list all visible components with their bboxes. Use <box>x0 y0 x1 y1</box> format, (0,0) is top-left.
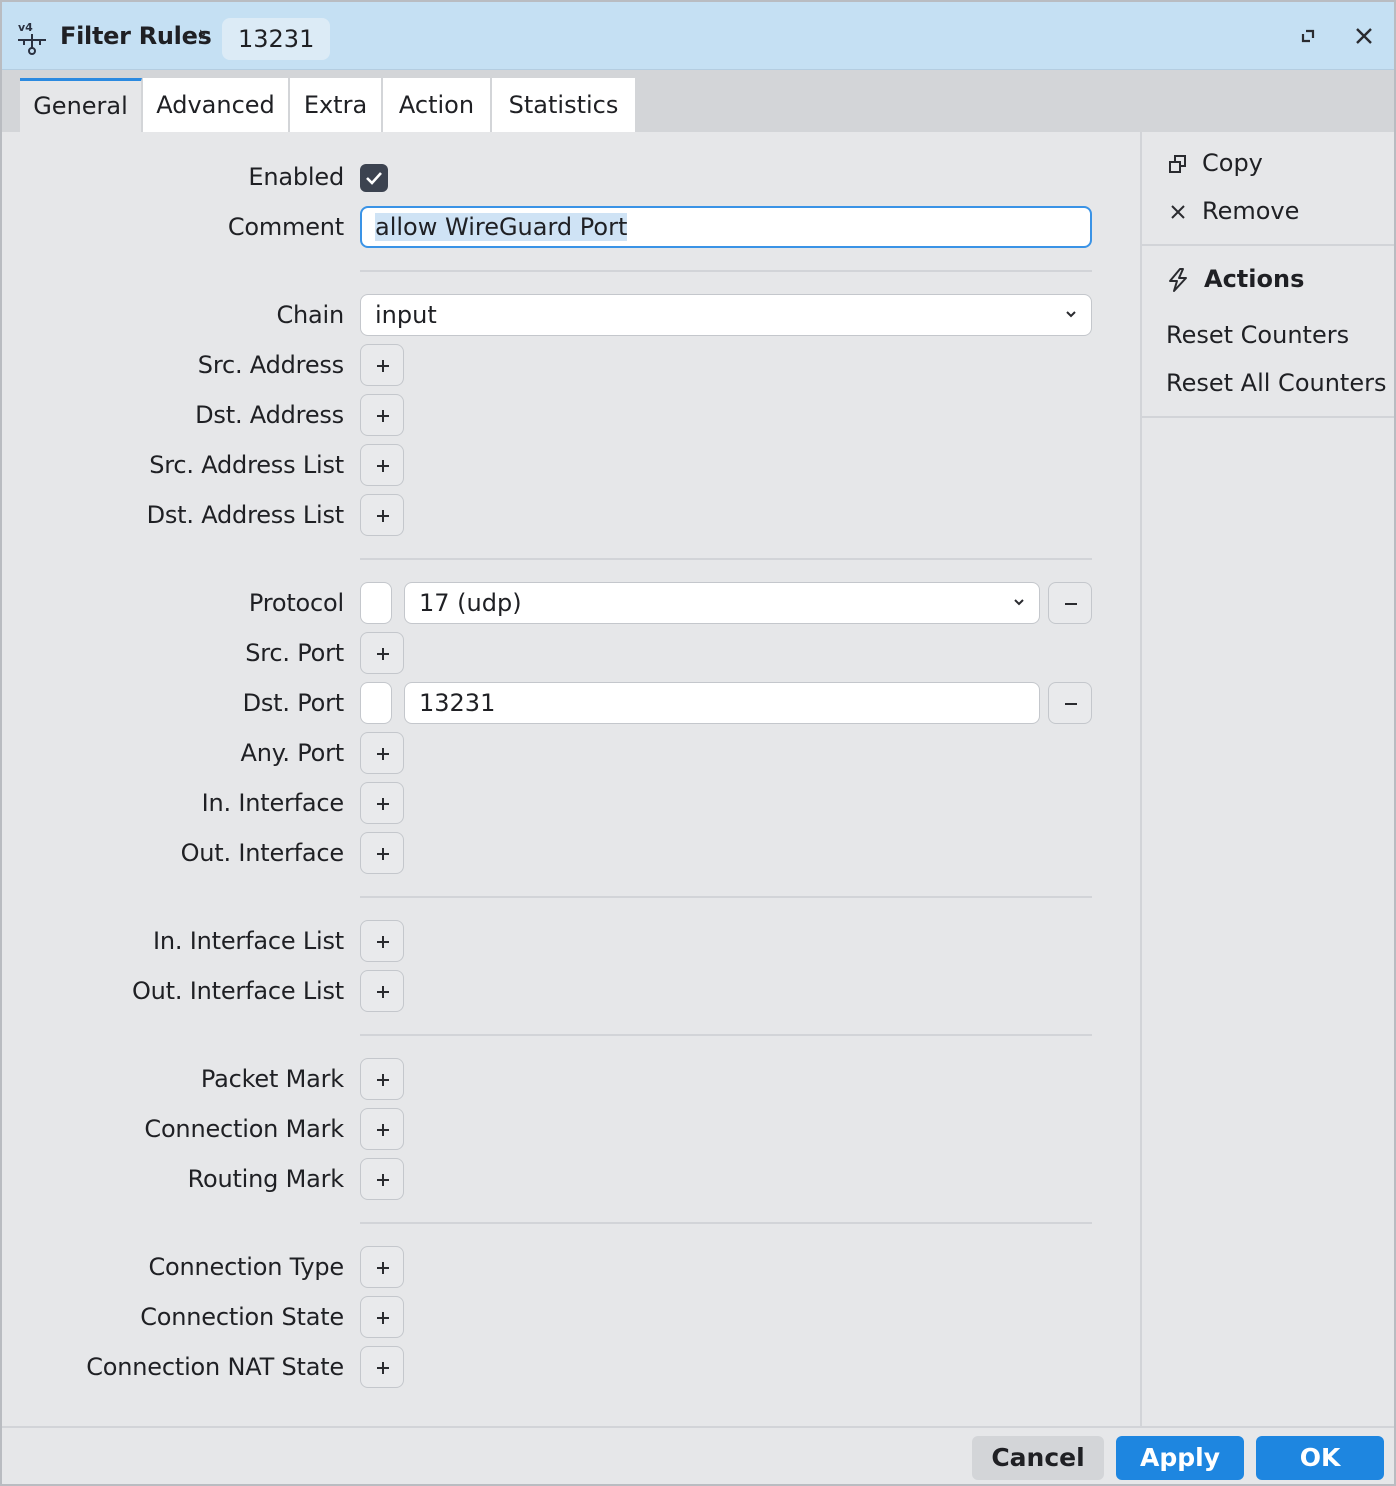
connection-state-label: Connection State <box>140 1303 344 1331</box>
src-address-list-label: Src. Address List <box>149 451 344 479</box>
remove-icon <box>1171 205 1185 219</box>
minus-icon <box>1065 603 1077 605</box>
footer-bar: Cancel Apply OK <box>2 1426 1394 1484</box>
add-out-interface-list-button[interactable] <box>360 970 404 1012</box>
protocol-value: 17 (udp) <box>419 589 522 617</box>
checkmark-icon <box>366 172 382 185</box>
add-in-interface-button[interactable] <box>360 782 404 824</box>
add-any-port-button[interactable] <box>360 732 404 774</box>
copy-button[interactable]: Copy <box>1202 149 1263 177</box>
connection-nat-state-label: Connection NAT State <box>86 1353 344 1381</box>
add-routing-mark-button[interactable] <box>360 1158 404 1200</box>
enabled-checkbox[interactable] <box>360 164 388 192</box>
plus-icon <box>377 460 389 472</box>
add-dst-address-button[interactable] <box>360 394 404 436</box>
add-src-address-list-button[interactable] <box>360 444 404 486</box>
protocol-negate-toggle[interactable] <box>360 582 392 624</box>
comment-label: Comment <box>227 213 344 241</box>
chain-label: Chain <box>276 301 344 329</box>
plus-icon <box>377 1074 389 1086</box>
side-panel: Copy Remove Actions Reset Counters Reset… <box>1140 132 1394 1426</box>
plus-icon <box>377 798 389 810</box>
connection-mark-label: Connection Mark <box>144 1115 344 1143</box>
ok-button[interactable]: OK <box>1256 1436 1384 1480</box>
plus-icon <box>377 360 389 372</box>
filter-rule-window: v4 Filter Rules › 13231 General Advanced… <box>0 0 1396 1486</box>
plus-icon <box>377 748 389 760</box>
packet-mark-label: Packet Mark <box>200 1065 344 1093</box>
out-interface-label: Out. Interface <box>180 839 345 867</box>
add-packet-mark-button[interactable] <box>360 1058 404 1100</box>
in-interface-list-label: In. Interface List <box>153 927 344 955</box>
remove-button[interactable]: Remove <box>1202 197 1299 225</box>
plus-icon <box>377 1174 389 1186</box>
src-port-label: Src. Port <box>245 639 344 667</box>
add-src-address-button[interactable] <box>360 344 404 386</box>
comment-value: allow WireGuard Port <box>375 213 628 241</box>
minus-icon <box>1065 703 1077 705</box>
dst-address-list-label: Dst. Address List <box>146 501 345 529</box>
dst-address-label: Dst. Address <box>195 401 344 429</box>
chain-value: input <box>375 301 437 329</box>
plus-icon <box>377 648 389 660</box>
plus-icon <box>377 410 389 422</box>
comment-field[interactable]: allow WireGuard Port <box>360 206 1092 248</box>
divider <box>360 1034 1092 1036</box>
divider <box>360 270 1092 272</box>
reset-counters-button[interactable]: Reset Counters <box>1166 321 1349 349</box>
dst-port-field[interactable]: 13231 <box>404 682 1040 724</box>
src-address-label: Src. Address <box>197 351 344 379</box>
close-icon[interactable] <box>1350 22 1378 50</box>
divider <box>360 558 1092 560</box>
plus-icon <box>377 848 389 860</box>
divider <box>1142 416 1394 418</box>
add-connection-type-button[interactable] <box>360 1246 404 1288</box>
add-connection-nat-state-button[interactable] <box>360 1346 404 1388</box>
plus-icon <box>377 1362 389 1374</box>
add-connection-mark-button[interactable] <box>360 1108 404 1150</box>
connection-type-label: Connection Type <box>148 1253 344 1281</box>
lightning-icon <box>1169 268 1187 292</box>
remove-protocol-button[interactable] <box>1048 582 1092 624</box>
divider <box>360 896 1092 898</box>
routing-mark-label: Routing Mark <box>187 1165 345 1193</box>
actions-heading: Actions <box>1204 265 1305 293</box>
plus-icon <box>377 510 389 522</box>
dst-port-value: 13231 <box>419 689 496 717</box>
copy-icon <box>1169 155 1186 173</box>
divider <box>360 1222 1092 1224</box>
general-form: Enabled Comment allow WireGuard Port Cha… <box>2 2 1140 1426</box>
dst-port-label: Dst. Port <box>242 689 345 717</box>
add-src-port-button[interactable] <box>360 632 404 674</box>
add-in-interface-list-button[interactable] <box>360 920 404 962</box>
chevron-down-icon <box>1014 599 1024 606</box>
chain-select[interactable]: input <box>360 294 1092 336</box>
any-port-label: Any. Port <box>240 739 345 767</box>
expand-icon[interactable] <box>1294 22 1322 50</box>
protocol-label: Protocol <box>248 589 344 617</box>
cancel-button[interactable]: Cancel <box>972 1436 1104 1480</box>
add-out-interface-button[interactable] <box>360 832 404 874</box>
chevron-down-icon <box>1066 311 1076 318</box>
plus-icon <box>377 986 389 998</box>
in-interface-label: In. Interface <box>201 789 345 817</box>
plus-icon <box>377 1124 389 1136</box>
out-interface-list-label: Out. Interface List <box>131 977 344 1005</box>
protocol-select[interactable]: 17 (udp) <box>404 582 1040 624</box>
apply-button[interactable]: Apply <box>1116 1436 1244 1480</box>
divider <box>1142 244 1394 246</box>
plus-icon <box>377 936 389 948</box>
plus-icon <box>377 1262 389 1274</box>
plus-icon <box>377 1312 389 1324</box>
reset-all-counters-button[interactable]: Reset All Counters <box>1166 369 1386 397</box>
enabled-label: Enabled <box>248 163 344 191</box>
remove-dst-port-button[interactable] <box>1048 682 1092 724</box>
add-connection-state-button[interactable] <box>360 1296 404 1338</box>
add-dst-address-list-button[interactable] <box>360 494 404 536</box>
dst-port-negate-toggle[interactable] <box>360 682 392 724</box>
